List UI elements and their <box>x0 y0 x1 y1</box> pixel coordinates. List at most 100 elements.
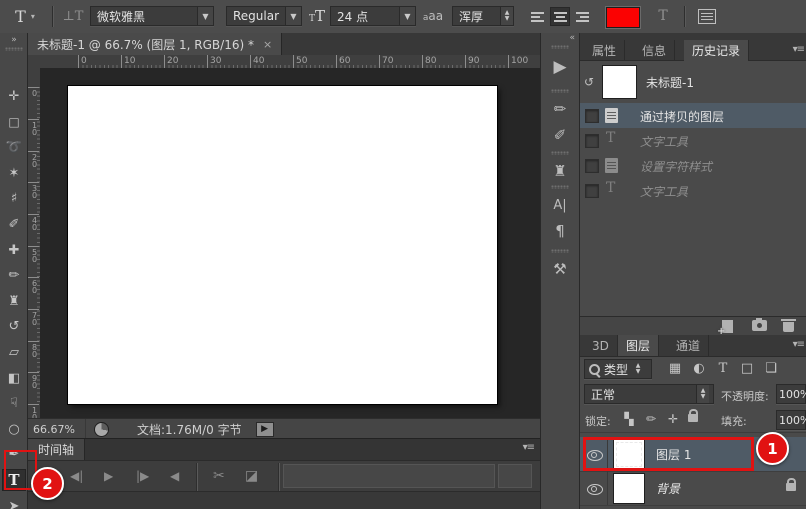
history-source-checkbox[interactable] <box>585 109 599 123</box>
panel-grip[interactable] <box>551 151 569 155</box>
tool-presets-panel-button[interactable]: ⚒ <box>541 257 579 281</box>
layer-thumbnail[interactable] <box>613 473 645 504</box>
lock-transparent-pixels-icon[interactable]: ▚ <box>620 412 638 426</box>
tool-crop[interactable]: ♯ <box>2 187 26 209</box>
tool-brush[interactable]: ✏ <box>2 264 26 286</box>
smart-object-filter-icon[interactable]: ❏ <box>762 361 780 376</box>
split-clip-button[interactable]: ✂ <box>213 468 225 484</box>
close-icon[interactable]: × <box>263 38 272 51</box>
align-center-button[interactable] <box>550 7 570 26</box>
play-button[interactable]: ▶ <box>104 468 113 484</box>
ruler-tick: 20 <box>28 151 39 167</box>
new-document-from-state-button[interactable] <box>717 320 733 337</box>
horizontal-ruler[interactable]: 0 10 20 30 40 50 60 70 80 90 100 <box>40 55 540 69</box>
document-title: 未标题-1 @ 66.7% (图层 1, RGB/16) * <box>37 37 254 52</box>
history-source-checkbox[interactable] <box>585 134 599 148</box>
layer-name[interactable]: 背景 <box>656 480 680 497</box>
timeline-track-well[interactable] <box>283 464 495 488</box>
actions-panel-button[interactable]: ▶ <box>541 55 579 79</box>
tool-dodge[interactable]: ○ <box>2 418 26 440</box>
lock-all-icon[interactable] <box>688 409 698 422</box>
tool-magic-wand[interactable]: ✶ <box>2 162 26 184</box>
panel-menu-icon[interactable]: ▾≡ <box>793 44 805 55</box>
delete-state-button[interactable] <box>781 319 796 332</box>
layer-filter-select[interactable]: 类型 ▲ ▼ <box>584 359 652 379</box>
tab-channels[interactable]: 通道 <box>668 335 710 356</box>
history-state-row[interactable]: T 文字工具 <box>580 128 806 153</box>
font-size-select[interactable]: 24 点 ▼ <box>330 6 416 26</box>
visibility-eye-icon[interactable] <box>587 484 603 495</box>
text-orientation-button[interactable]: ⊥T <box>60 4 86 28</box>
tool-clone-stamp[interactable]: ♜ <box>2 290 26 312</box>
document-tab[interactable]: 未标题-1 @ 66.7% (图层 1, RGB/16) * × <box>28 33 283 55</box>
paragraph-panel-button[interactable]: ¶ <box>541 219 579 243</box>
align-left-button[interactable] <box>528 7 548 26</box>
tool-gradient[interactable]: ◧ <box>2 367 26 389</box>
tab-history[interactable]: 历史记录 <box>684 40 750 61</box>
tool-history-brush[interactable]: ↺ <box>2 315 26 337</box>
transition-button[interactable]: ◪ <box>245 468 258 484</box>
font-style-select[interactable]: Regular ▼ <box>226 6 302 26</box>
history-state-row[interactable]: 通过拷贝的图层 <box>580 103 806 128</box>
history-source-checkbox[interactable] <box>585 159 599 173</box>
zoom-level-field[interactable]: 66.67% <box>28 419 86 439</box>
brush-presets-panel-button[interactable]: ✏ <box>541 97 579 121</box>
type-layer-filter-icon[interactable]: T <box>714 361 732 376</box>
canvas-pasteboard[interactable] <box>40 68 540 418</box>
document-canvas[interactable] <box>68 86 497 404</box>
tool-lasso[interactable]: ➰ <box>2 136 26 158</box>
expand-panels-icon[interactable]: « <box>569 33 575 43</box>
panel-grip[interactable] <box>5 47 23 51</box>
tool-eraser[interactable]: ▱ <box>2 341 26 363</box>
lock-position-icon[interactable]: ✛ <box>664 412 682 426</box>
type-tool-preset-button[interactable]: T ▾ <box>6 4 44 28</box>
brushes-panel-button[interactable]: ✐ <box>541 123 579 147</box>
panel-grip[interactable] <box>551 45 569 49</box>
character-panel-button[interactable]: A| <box>541 193 579 217</box>
pixel-layer-filter-icon[interactable]: ▦ <box>666 361 684 376</box>
shape-layer-filter-icon[interactable]: □ <box>738 361 756 376</box>
status-bar-menu-button[interactable]: ▶ <box>255 421 274 437</box>
layer-row-background[interactable]: 背景 <box>580 471 806 506</box>
lock-image-pixels-icon[interactable]: ✏ <box>642 412 660 426</box>
font-size-icon: TT <box>308 7 326 25</box>
history-source-checkbox[interactable] <box>585 184 599 198</box>
collapse-toolbar-icon[interactable]: » <box>0 35 28 45</box>
tool-marquee[interactable]: □ <box>2 111 26 133</box>
panel-grip[interactable] <box>551 89 569 93</box>
tool-path-selection[interactable]: ➤ <box>2 495 26 509</box>
panel-menu-icon[interactable]: ▾≡ <box>793 339 805 350</box>
tool-healing-brush[interactable]: ✚ <box>2 239 26 261</box>
history-state-row[interactable]: T 文字工具 <box>580 178 806 203</box>
align-right-button[interactable] <box>572 7 592 26</box>
clone-source-panel-button[interactable]: ♜ <box>541 159 579 183</box>
tab-info[interactable]: 信息 <box>634 40 676 61</box>
opacity-field[interactable]: 100% <box>776 384 806 404</box>
blend-mode-select[interactable]: 正常 ▲ ▼ <box>584 384 714 404</box>
text-color-swatch[interactable] <box>606 7 640 28</box>
anti-alias-select[interactable]: 浑厚 ▲ ▼ <box>452 6 514 26</box>
next-frame-button[interactable]: |▶ <box>136 468 149 484</box>
panel-grip[interactable] <box>551 249 569 253</box>
toggle-panels-button[interactable] <box>694 4 720 28</box>
history-snapshot-row[interactable]: ↺ 未标题-1 <box>580 63 806 101</box>
audio-button[interactable]: ◀ <box>170 468 179 484</box>
tab-3d[interactable]: 3D <box>584 335 618 356</box>
tool-smudge[interactable]: ☟ <box>2 392 26 414</box>
timeline-track-well[interactable] <box>498 464 532 488</box>
fill-field[interactable]: 100% <box>776 410 806 430</box>
tab-layers[interactable]: 图层 <box>618 335 660 356</box>
adjustment-layer-filter-icon[interactable]: ◐ <box>690 361 708 376</box>
tool-move[interactable]: ✛ <box>2 85 26 107</box>
font-family-select[interactable]: 微软雅黑 ▼ <box>90 6 214 26</box>
panel-grip[interactable] <box>551 185 569 189</box>
panel-menu-icon[interactable]: ▾≡ <box>523 442 535 453</box>
brushes-icon: ✐ <box>553 126 567 144</box>
tool-eyedropper[interactable]: ✐ <box>2 213 26 235</box>
new-snapshot-button[interactable] <box>752 318 767 331</box>
tab-properties[interactable]: 属性 <box>584 40 626 61</box>
warp-text-button[interactable]: T <box>650 4 676 28</box>
history-brush-source-icon[interactable]: ↺ <box>584 75 594 89</box>
history-state-row[interactable]: 设置字符样式 <box>580 153 806 178</box>
first-frame-button[interactable]: ◀| <box>70 468 83 484</box>
